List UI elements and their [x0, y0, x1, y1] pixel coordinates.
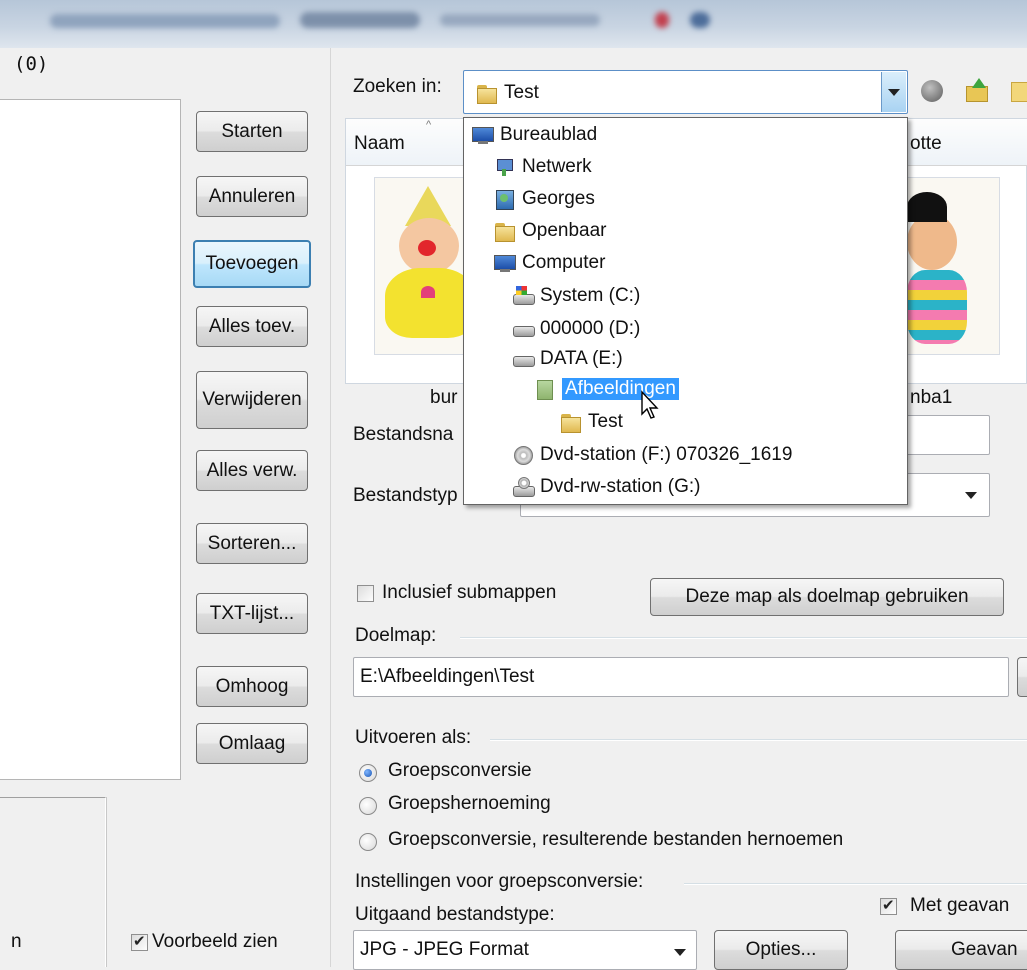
chevron-down-icon [888, 89, 900, 96]
sort-ascending-icon: ^ [426, 119, 432, 131]
preview-checkbox[interactable] [131, 932, 148, 951]
chevron-down-icon [965, 492, 977, 499]
search-in-combobox[interactable]: Test [463, 70, 908, 114]
file-count-label: (0) [14, 53, 49, 75]
left-panel-divider [330, 48, 331, 967]
run-as-label: Uitvoeren als: [355, 727, 472, 748]
folder-icon [494, 221, 516, 242]
drive-icon [512, 319, 535, 339]
network-icon [494, 157, 516, 177]
column-name-header[interactable]: Naam [354, 133, 405, 155]
tree-item-desktop[interactable]: Bureaublad [472, 120, 597, 150]
advanced-checkbox[interactable] [880, 896, 897, 915]
options-button[interactable]: Opties... [714, 930, 848, 970]
file-caption-right: nba1 [910, 387, 953, 408]
system-drive-icon [512, 286, 535, 306]
target-folder-input[interactable]: E:\Afbeeldingen\Test [353, 657, 1009, 697]
add-all-button[interactable]: Alles toev. [196, 306, 308, 347]
sort-button[interactable]: Sorteren... [196, 523, 308, 564]
target-folder-label: Doelmap: [355, 625, 437, 646]
toy-figure-image [907, 178, 999, 354]
batch-rename-radio[interactable] [359, 797, 377, 815]
tree-item-computer[interactable]: Computer [494, 248, 605, 278]
use-as-target-folder-button[interactable]: Deze map als doelmap gebruiken [650, 578, 1004, 616]
file-thumbnail-right[interactable] [906, 177, 1000, 355]
folder-icon [560, 412, 582, 433]
batch-convert-rename-label: Groepsconversie, resulterende bestanden … [388, 829, 844, 850]
target-folder-group-line [460, 637, 1027, 639]
advanced-button[interactable]: Geavan [895, 930, 1027, 970]
batch-conversion-radio[interactable] [359, 764, 377, 782]
back-icon[interactable] [921, 80, 943, 102]
search-in-value: Test [504, 82, 539, 103]
filetype-label: Bestandstyp [353, 485, 458, 506]
search-in-dropdown-button[interactable] [881, 72, 906, 112]
dvd-icon [512, 445, 534, 465]
filename-label: Bestandsna [353, 424, 454, 445]
file-queue-list[interactable] [0, 99, 181, 780]
tree-item-test[interactable]: Test [560, 407, 623, 437]
add-button[interactable]: Toevoegen [193, 240, 311, 288]
cancel-button[interactable]: Annuleren [196, 176, 308, 217]
batch-settings-label: Instellingen voor groepsconversie: [355, 871, 644, 892]
search-in-dropdown-list[interactable]: Bureaublad Netwerk Georges Openbaar Comp… [463, 117, 908, 505]
tree-item-georges[interactable]: Georges [494, 184, 595, 214]
file-caption-left: bur [430, 387, 458, 408]
computer-icon [494, 253, 516, 273]
dvd-rw-icon [512, 477, 535, 497]
batch-settings-group-line [684, 883, 1027, 885]
search-in-label: Zoeken in: [353, 76, 442, 97]
tree-item-public[interactable]: Openbaar [494, 216, 607, 246]
include-subfolders-label: Inclusief submappen [382, 582, 557, 603]
down-button[interactable]: Omlaag [196, 723, 308, 764]
tree-item-data-e[interactable]: DATA (E:) [512, 344, 623, 374]
output-type-value: JPG - JPEG Format [360, 939, 529, 960]
preview-label: Voorbeeld zien [152, 931, 278, 952]
browse-target-folder-button[interactable] [1017, 657, 1027, 697]
tree-item-network[interactable]: Netwerk [494, 152, 592, 182]
remove-button[interactable]: Verwijderen [196, 371, 308, 429]
new-folder-icon[interactable] [1011, 82, 1027, 102]
batch-conversion-label: Groepsconversie [388, 760, 532, 781]
tree-item-dvd-f[interactable]: Dvd-station (F:) 070326_1619 [512, 440, 792, 470]
run-as-group-line [490, 739, 1027, 741]
mouse-cursor-icon [641, 390, 659, 419]
output-type-select[interactable]: JPG - JPEG Format [353, 930, 697, 970]
include-subfolders-checkbox[interactable] [357, 585, 374, 602]
up-button[interactable]: Omhoog [196, 666, 308, 707]
start-button[interactable]: Starten [196, 111, 308, 152]
batch-rename-label: Groepshernoeming [388, 793, 551, 814]
folder-icon [476, 83, 498, 104]
batch-convert-rename-radio[interactable] [359, 833, 377, 851]
tree-item-drive-d[interactable]: 000000 (D:) [512, 314, 640, 344]
up-folder-icon[interactable] [964, 78, 988, 102]
window-title-strip [0, 0, 1027, 48]
tree-item-dvd-rw-g[interactable]: Dvd-rw-station (G:) [512, 472, 700, 502]
remove-all-button[interactable]: Alles verw. [196, 450, 308, 491]
txt-list-button[interactable]: TXT-lijst... [196, 593, 308, 634]
monitor-icon [472, 125, 494, 145]
tree-item-system-c[interactable]: System (C:) [512, 281, 640, 311]
drive-icon [512, 349, 535, 369]
user-folder-icon [494, 189, 516, 210]
output-type-label: Uitgaand bestandstype: [355, 904, 555, 925]
column-right-header[interactable]: otte [910, 133, 942, 155]
pictures-folder-icon [534, 379, 556, 400]
target-folder-value: E:\Afbeeldingen\Test [360, 666, 535, 687]
chevron-down-icon [674, 949, 686, 956]
advanced-checkbox-label: Met geavan [910, 895, 1010, 916]
bottom-left-partial-label: n [11, 931, 22, 952]
